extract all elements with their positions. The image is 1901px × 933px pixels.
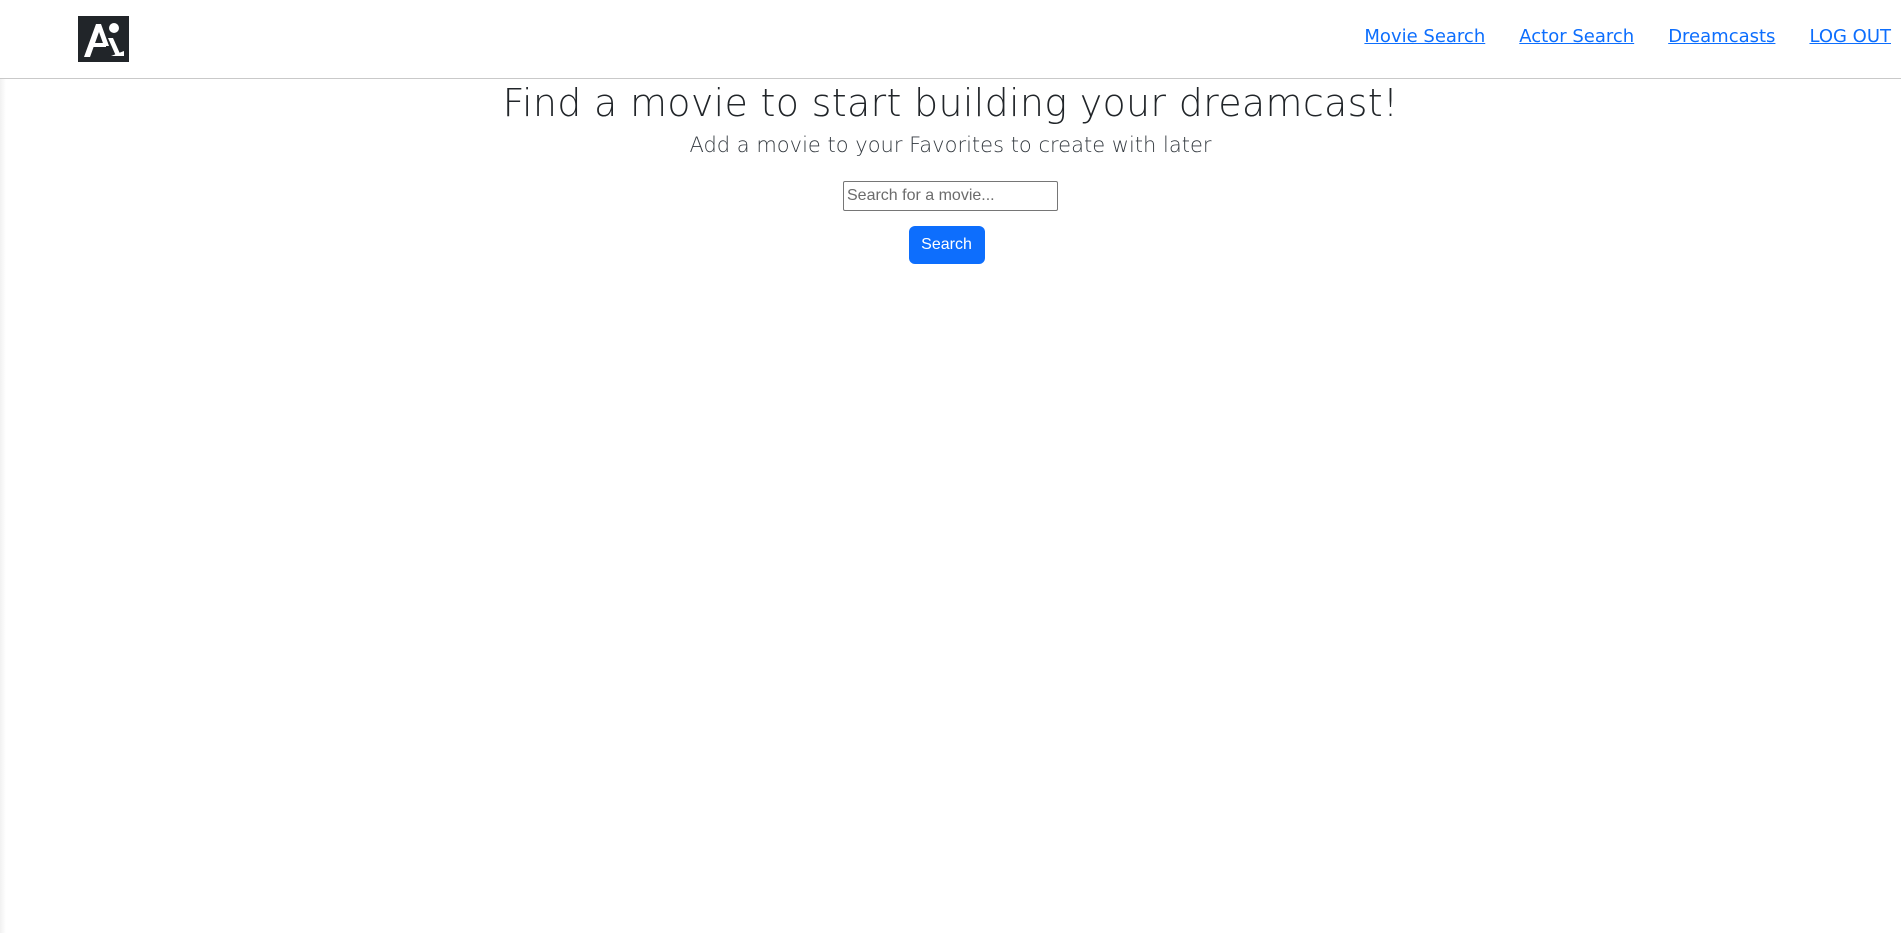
page-subtitle: Add a movie to your Favorites to create …: [689, 133, 1212, 157]
search-button[interactable]: Search: [908, 226, 985, 264]
nav-links: Movie Search Actor Search Dreamcasts LOG…: [1364, 26, 1891, 47]
main-content: Find a movie to start building your drea…: [0, 79, 1901, 264]
nav-link-movie-search[interactable]: Movie Search: [1364, 26, 1485, 47]
nav-link-dreamcasts[interactable]: Dreamcasts: [1668, 26, 1775, 47]
movie-search-input[interactable]: [843, 181, 1058, 211]
navbar: Movie Search Actor Search Dreamcasts LOG…: [0, 0, 1901, 79]
page-title: Find a movie to start building your drea…: [502, 81, 1399, 125]
dreamcast-logo-icon[interactable]: [78, 16, 129, 62]
nav-link-log-out[interactable]: LOG OUT: [1809, 26, 1891, 47]
nav-link-actor-search[interactable]: Actor Search: [1519, 26, 1634, 47]
